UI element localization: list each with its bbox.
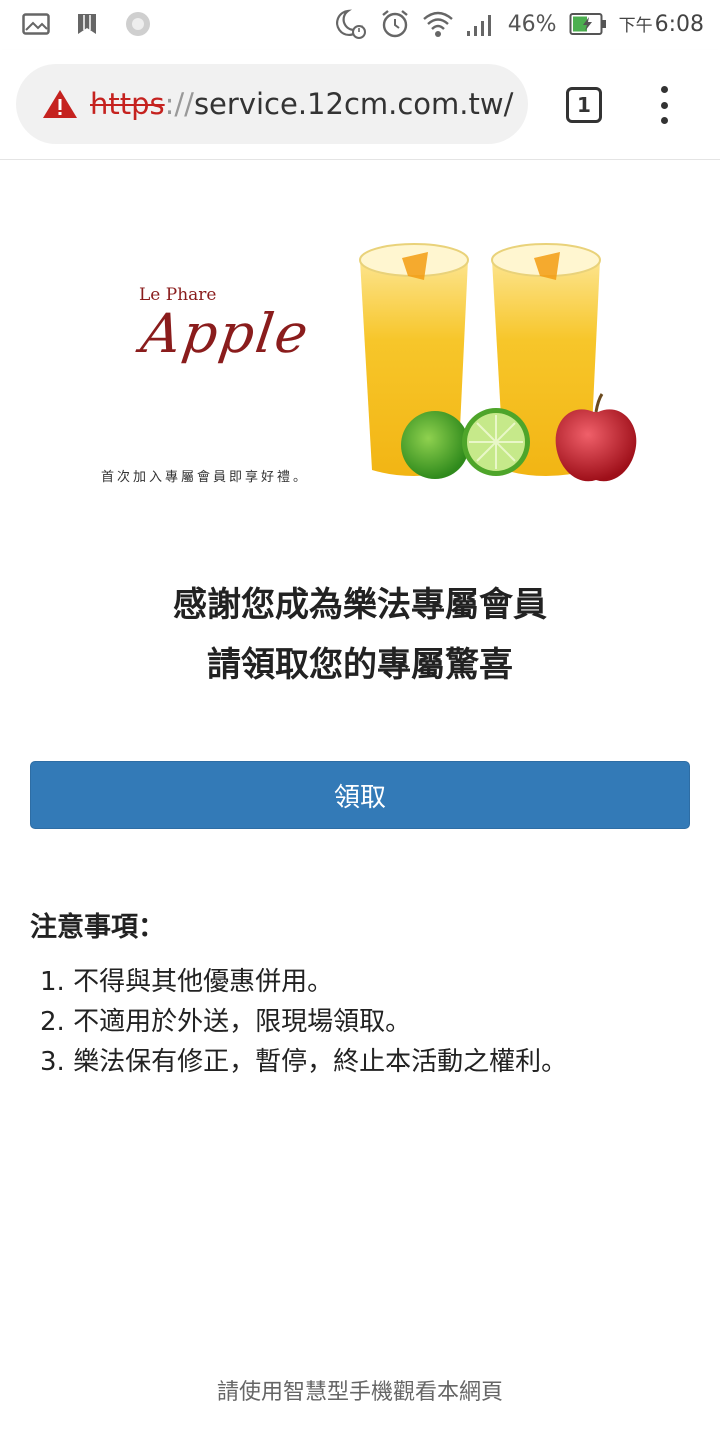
battery-icon <box>569 12 607 36</box>
footer-text: 請使用智慧型手機觀看本網頁 <box>216 1380 503 1405</box>
notes-list: 1. 不得與其他優惠併用。 2. 不適用於外送，限現場領取。 3. 樂法保有修正… <box>40 962 567 1082</box>
juice-drinks-image <box>359 243 637 482</box>
headline-line-1: 感謝您成為樂法專屬會員 <box>173 585 547 625</box>
bookmark-icon <box>76 12 98 36</box>
notes-title: 注意事項： <box>30 912 165 943</box>
dot-icon <box>660 86 668 93</box>
battery-percent: 46% <box>507 11 557 37</box>
wifi-icon <box>422 9 454 39</box>
url-text[interactable]: https://service.12cm.com.tw/ <box>90 87 513 121</box>
signal-icon <box>466 11 496 37</box>
promo-banner: Le Phare Apple 首次加入專屬會員即享好禮。 <box>0 160 720 560</box>
address-bar[interactable]: https://service.12cm.com.tw/ <box>16 64 528 144</box>
status-bar: 46% 下午6:08 <box>0 0 720 50</box>
moon-alarm-icon <box>334 8 368 40</box>
list-item: 2. 不適用於外送，限現場領取。 <box>40 1007 412 1037</box>
page-headline: 感謝您成為樂法專屬會員 請領取您的專屬驚喜 <box>0 575 720 695</box>
dot-icon <box>660 117 668 124</box>
tab-switcher-button[interactable]: 1 <box>566 87 602 123</box>
loading-icon <box>124 10 152 38</box>
claim-button[interactable]: 領取 <box>30 761 690 829</box>
dot-icon <box>660 101 668 109</box>
clock: 下午6:08 <box>618 12 704 37</box>
brand-logo: Apple <box>137 302 314 365</box>
headline-line-2: 請領取您的專屬驚喜 <box>207 645 513 685</box>
browser-toolbar: https://service.12cm.com.tw/ 1 <box>0 50 720 160</box>
warning-icon[interactable] <box>42 88 78 120</box>
image-icon <box>22 13 50 35</box>
list-item: 1. 不得與其他優惠併用。 <box>40 967 334 997</box>
alarm-icon <box>380 9 410 39</box>
list-item: 3. 樂法保有修正，暫停，終止本活動之權利。 <box>40 1047 568 1077</box>
banner-tagline: 首次加入專屬會員即享好禮。 <box>101 470 310 485</box>
overflow-menu-button[interactable] <box>652 86 676 124</box>
